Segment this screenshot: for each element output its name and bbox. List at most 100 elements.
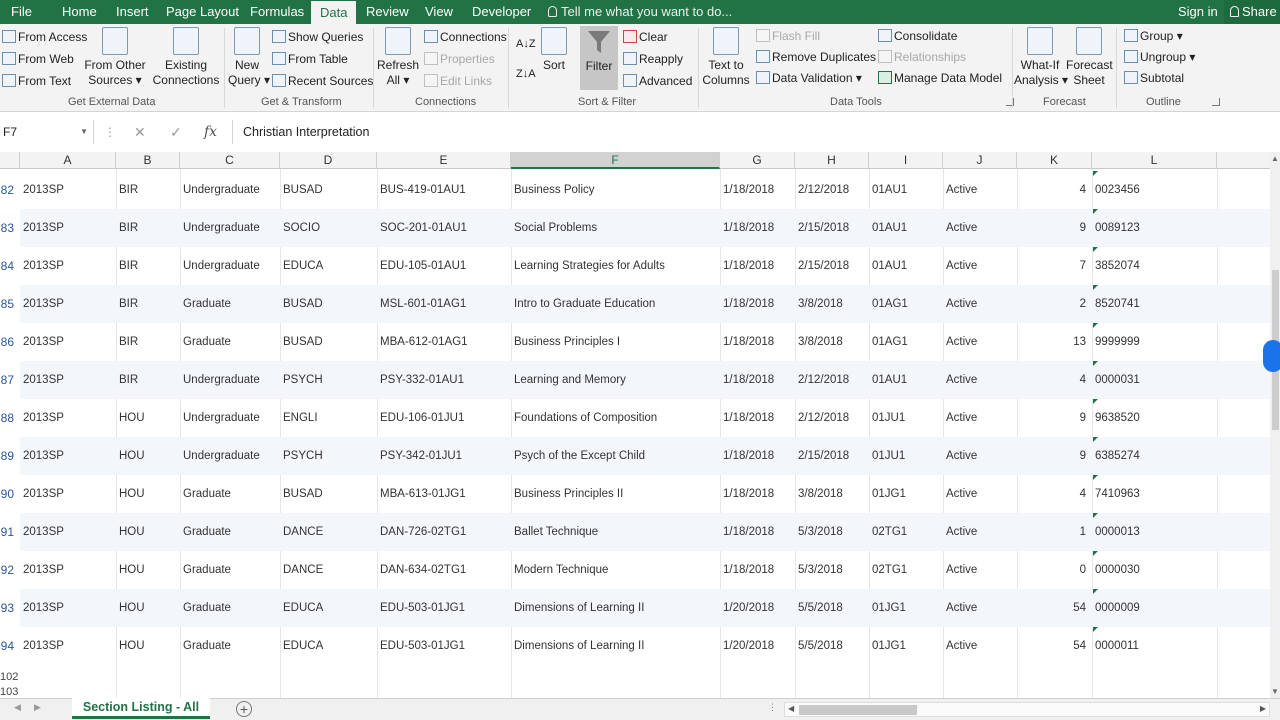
cell-g[interactable]: 1/18/2018 [720, 399, 795, 437]
cell-a[interactable]: 2013SP [20, 551, 116, 589]
tab-home[interactable]: Home [62, 0, 97, 24]
cell-a[interactable]: 2013SP [20, 627, 116, 665]
cell-a[interactable]: 2013SP [20, 209, 116, 247]
cell-k[interactable]: 54 [1017, 627, 1092, 665]
sort-z-a-icon[interactable]: Z↓A [516, 64, 536, 84]
cell-b[interactable]: HOU [116, 627, 180, 665]
cell-d[interactable]: DANCE [280, 551, 377, 589]
cell-l[interactable]: 3852074 [1092, 247, 1217, 285]
cell-f[interactable]: Dimensions of Learning II [511, 627, 720, 665]
cell-d[interactable]: EDUCA [280, 589, 377, 627]
cell-i[interactable]: 02TG1 [869, 551, 943, 589]
column-header-d[interactable]: D [280, 152, 377, 169]
cell-g[interactable]: 1/18/2018 [720, 361, 795, 399]
cell-f[interactable]: Business Principles II [511, 475, 720, 513]
formula-input[interactable]: Christian Interpretation [232, 120, 1272, 144]
from-table-button[interactable]: From Table [272, 49, 348, 69]
cell-l[interactable]: 0000009 [1092, 589, 1217, 627]
cell-k[interactable]: 9 [1017, 209, 1092, 247]
select-all-corner[interactable] [0, 152, 20, 169]
cell-b[interactable]: BIR [116, 285, 180, 323]
cell-b[interactable]: BIR [116, 323, 180, 361]
column-header-e[interactable]: E [377, 152, 511, 169]
cell-a[interactable]: 2013SP [20, 247, 116, 285]
data-validation-button[interactable]: Data Validation ▾ [756, 68, 862, 88]
column-header-i[interactable]: I [869, 152, 943, 169]
cell-d[interactable]: EDUCA [280, 627, 377, 665]
cell-g[interactable]: 1/20/2018 [720, 627, 795, 665]
cell-j[interactable]: Active [943, 171, 1017, 209]
cell-e[interactable]: DAN-634-02TG1 [377, 551, 511, 589]
filter-button[interactable]: Filter [580, 26, 618, 90]
cell-b[interactable]: BIR [116, 171, 180, 209]
cell-e[interactable]: EDU-106-01JU1 [377, 399, 511, 437]
forecast-sheet-button[interactable]: Forecast Sheet [1066, 27, 1113, 88]
cell-f[interactable]: Learning Strategies for Adults [511, 247, 720, 285]
cell-g[interactable]: 1/20/2018 [720, 589, 795, 627]
cell-c[interactable]: Graduate [180, 551, 280, 589]
cell-h[interactable]: 3/8/2018 [795, 475, 869, 513]
cell-c[interactable]: Graduate [180, 285, 280, 323]
ungroup-button[interactable]: Ungroup ▾ [1124, 47, 1195, 67]
horizontal-scroll-thumb[interactable] [799, 705, 917, 715]
cell-f[interactable]: Modern Technique [511, 551, 720, 589]
cell-g[interactable]: 1/18/2018 [720, 551, 795, 589]
cell-c[interactable]: Undergraduate [180, 171, 280, 209]
sign-in-link[interactable]: Sign in [1178, 0, 1218, 24]
edit-links-button[interactable]: Edit Links [424, 71, 492, 91]
cell-d[interactable]: SOCIO [280, 209, 377, 247]
sheet-tab-section-listing[interactable]: Section Listing - All [72, 698, 210, 719]
cell-k[interactable]: 0 [1017, 551, 1092, 589]
column-header-g[interactable]: G [720, 152, 795, 169]
cell-b[interactable]: HOU [116, 513, 180, 551]
cell-i[interactable]: 01JG1 [869, 589, 943, 627]
cell-h[interactable]: 2/12/2018 [795, 399, 869, 437]
cell-c[interactable]: Graduate [180, 589, 280, 627]
row-header[interactable]: 92 [0, 551, 20, 589]
row-header[interactable]: 102 [0, 669, 20, 685]
row-header[interactable]: 93 [0, 589, 20, 627]
flash-fill-button[interactable]: Flash Fill [756, 26, 820, 46]
sort-button[interactable]: Sort [538, 27, 570, 73]
subtotal-button[interactable]: Subtotal [1124, 68, 1184, 88]
cell-b[interactable]: HOU [116, 589, 180, 627]
cell-f[interactable]: Foundations of Composition [511, 399, 720, 437]
cell-j[interactable]: Active [943, 399, 1017, 437]
row-header[interactable]: 89 [0, 437, 20, 475]
cell-i[interactable]: 01AU1 [869, 171, 943, 209]
from-text-button[interactable]: From Text [2, 71, 71, 91]
cell-c[interactable]: Graduate [180, 323, 280, 361]
cell-j[interactable]: Active [943, 475, 1017, 513]
cell-c[interactable]: Graduate [180, 627, 280, 665]
cell-e[interactable]: PSY-342-01JU1 [377, 437, 511, 475]
cell-l[interactable]: 9638520 [1092, 399, 1217, 437]
remove-duplicates-button[interactable]: Remove Duplicates [756, 47, 876, 67]
cell-f[interactable]: Social Problems [511, 209, 720, 247]
more-options-icon[interactable]: ⋮ [104, 120, 116, 144]
cell-j[interactable]: Active [943, 361, 1017, 399]
cell-g[interactable]: 1/18/2018 [720, 285, 795, 323]
column-header-c[interactable]: C [180, 152, 280, 169]
what-if-analysis-button[interactable]: What-If Analysis ▾ [1014, 27, 1068, 88]
cell-j[interactable]: Active [943, 285, 1017, 323]
new-query-button[interactable]: New Query ▾ [228, 27, 270, 88]
cell-c[interactable]: Undergraduate [180, 247, 280, 285]
name-box[interactable]: F7 ▼ [0, 120, 94, 144]
cell-i[interactable]: 02TG1 [869, 513, 943, 551]
row-header[interactable]: 85 [0, 285, 20, 323]
column-header-h[interactable]: H [795, 152, 869, 169]
group-button[interactable]: Group ▾ [1124, 26, 1183, 46]
cell-e[interactable]: SOC-201-01AU1 [377, 209, 511, 247]
function-icon[interactable]: fx [204, 120, 217, 144]
horizontal-scrollbar[interactable]: ◀ ▶ [784, 702, 1270, 717]
cell-k[interactable]: 54 [1017, 589, 1092, 627]
cell-c[interactable]: Undergraduate [180, 361, 280, 399]
connections-button[interactable]: Connections [424, 27, 507, 47]
cell-c[interactable]: Graduate [180, 475, 280, 513]
dropbox-icon[interactable] [1263, 340, 1280, 372]
cell-b[interactable]: BIR [116, 247, 180, 285]
sheet-prev-icon[interactable]: ◀ [14, 702, 21, 713]
cell-l[interactable]: 0000013 [1092, 513, 1217, 551]
relationships-button[interactable]: Relationships [878, 47, 966, 67]
cell-b[interactable]: BIR [116, 361, 180, 399]
